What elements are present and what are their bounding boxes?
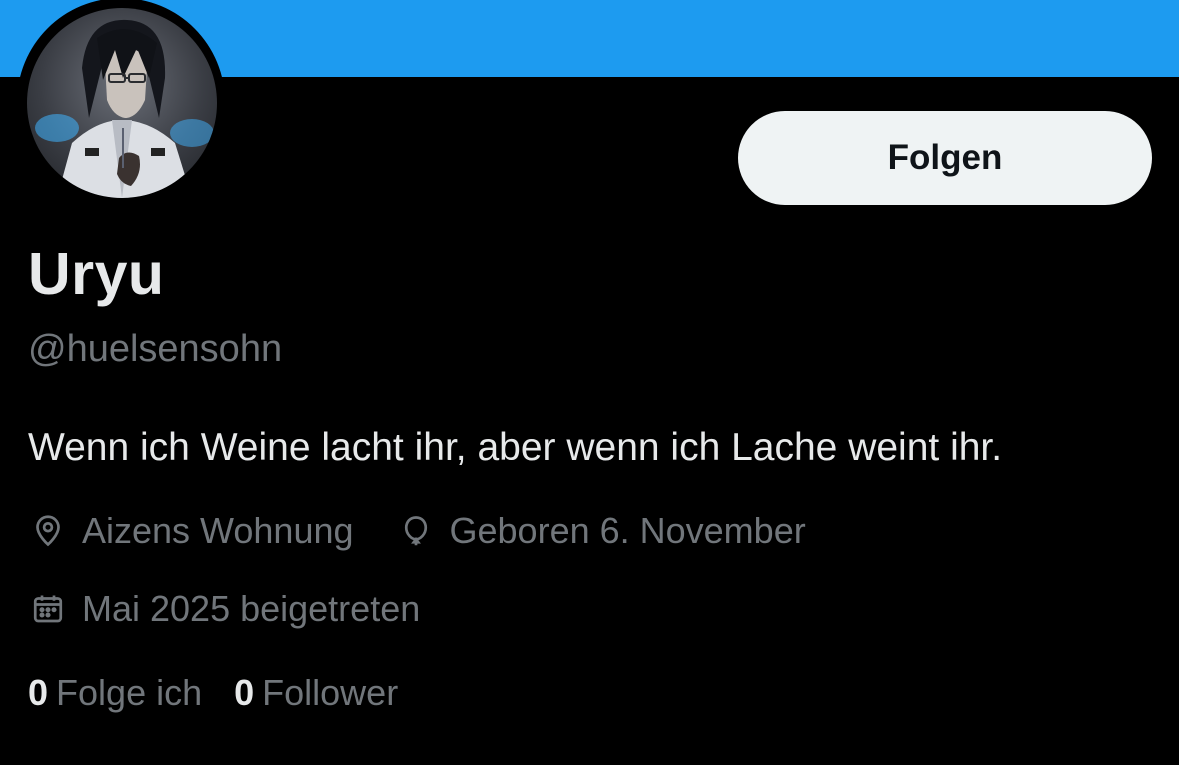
- balloon-icon: [396, 511, 436, 551]
- profile-bio: Wenn ich Weine lacht ihr, aber wenn ich …: [28, 426, 1003, 469]
- joined-text: Mai 2025 beigetreten: [82, 588, 421, 629]
- birthday-item: Geboren 6. November: [396, 510, 806, 552]
- followers-label: Follower: [262, 672, 399, 713]
- location-pin-icon: [28, 511, 68, 551]
- user-handle: @huelsensohn: [28, 328, 283, 370]
- joined-item: Mai 2025 beigetreten: [28, 588, 420, 630]
- following-label: Folge ich: [56, 672, 203, 713]
- profile-page: Folgen Uryu @huelsensohn Wenn ich Weine …: [0, 0, 1179, 765]
- profile-meta-row: Aizens Wohnung Geboren 6. November: [28, 510, 806, 552]
- profile-meta-row: Mai 2025 beigetreten: [28, 588, 420, 630]
- following-link[interactable]: 0 Folge ich: [28, 672, 202, 714]
- display-name: Uryu: [28, 241, 165, 307]
- calendar-icon: [28, 589, 68, 629]
- followers-count: 0: [234, 672, 255, 713]
- followers-link[interactable]: 0 Follower: [234, 672, 398, 714]
- location-item: Aizens Wohnung: [28, 510, 354, 552]
- following-count: 0: [28, 672, 49, 713]
- birthday-text: Geboren 6. November: [449, 510, 806, 551]
- follow-button[interactable]: Folgen: [738, 111, 1152, 205]
- avatar-image: [35, 19, 214, 198]
- avatar[interactable]: [27, 8, 217, 198]
- profile-stats: 0 Folge ich 0 Follower: [28, 672, 398, 714]
- location-text: Aizens Wohnung: [82, 510, 354, 551]
